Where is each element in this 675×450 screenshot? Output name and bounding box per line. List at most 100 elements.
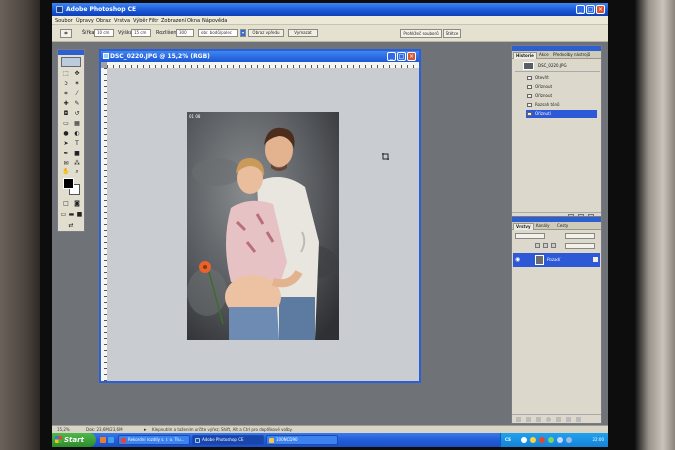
language-indicator[interactable]: CS: [505, 437, 511, 442]
layer-style-icon[interactable]: [526, 417, 531, 422]
close-button[interactable]: ×: [596, 5, 605, 14]
quick-mask-icon[interactable]: ◙: [72, 200, 82, 208]
clone-stamp-tool-icon[interactable]: ◘: [61, 110, 71, 118]
tray-app-icon[interactable]: [548, 437, 554, 443]
folder-icon[interactable]: [556, 417, 561, 422]
zoom-tool-icon[interactable]: ⌕: [72, 168, 82, 176]
clear-button[interactable]: Vymazat: [288, 29, 318, 37]
lock-pixels-icon[interactable]: [543, 243, 548, 248]
fill-field[interactable]: [565, 243, 595, 249]
history-item[interactable]: Rozsah tónů: [526, 101, 597, 109]
layer-mask-icon[interactable]: [536, 417, 541, 422]
shape-tool-icon[interactable]: ■: [72, 150, 82, 158]
menu-zobrazeni[interactable]: Zobrazení: [161, 18, 186, 24]
tab-actions[interactable]: Akce: [537, 52, 551, 59]
document-canvas[interactable]: 01 08: [107, 68, 419, 381]
slice-tool-icon[interactable]: ⁄: [72, 90, 82, 98]
height-field[interactable]: 15 cm: [131, 29, 151, 37]
tray-app-icon[interactable]: [521, 437, 527, 443]
magic-wand-tool-icon[interactable]: ✶: [72, 80, 82, 88]
blur-tool-icon[interactable]: ●: [61, 130, 71, 138]
menu-obraz[interactable]: Obraz: [96, 18, 111, 24]
type-tool-icon[interactable]: T: [72, 140, 82, 148]
task-button-photoshop[interactable]: Adobe Photoshop CE: [192, 435, 264, 445]
width-field[interactable]: 10 cm: [94, 29, 114, 37]
path-selection-tool-icon[interactable]: ➤: [61, 140, 71, 148]
doc-maximize-button[interactable]: □: [397, 52, 406, 61]
tab-paths[interactable]: Cesty: [555, 223, 570, 230]
gradient-tool-icon[interactable]: ▦: [72, 120, 82, 128]
new-layer-icon[interactable]: [566, 417, 571, 422]
clock[interactable]: 22:00: [592, 437, 604, 442]
maximize-button[interactable]: □: [586, 5, 595, 14]
tray-app-icon[interactable]: [539, 437, 545, 443]
screen-mode-full-icon[interactable]: ■: [76, 211, 83, 219]
history-item[interactable]: Oříznout: [526, 83, 597, 91]
eye-icon[interactable]: ◉: [515, 256, 522, 263]
jump-to-imageready-icon[interactable]: ⇄: [61, 222, 81, 230]
dodge-tool-icon[interactable]: ◐: [72, 130, 82, 138]
notes-tool-icon[interactable]: ✉: [61, 160, 71, 168]
lock-transparency-icon[interactable]: [535, 243, 540, 248]
menu-upravy[interactable]: Úpravy: [76, 18, 94, 24]
resolution-field[interactable]: 300: [176, 29, 194, 37]
history-snapshot-row[interactable]: DSC_0220.JPG: [515, 60, 600, 72]
task-button-browser[interactable]: Rekordní rozdíly s. r. o. Tru...: [118, 435, 190, 445]
blend-mode-select[interactable]: [515, 233, 545, 239]
marquee-tool-icon[interactable]: ⬚: [61, 70, 71, 78]
tab-tool-presets[interactable]: Předvolby nástrojů: [551, 52, 592, 59]
tab-history[interactable]: Historie: [513, 52, 537, 59]
eyedropper-tool-icon[interactable]: ⁂: [72, 160, 82, 168]
menu-vyber[interactable]: Výběr: [133, 18, 148, 24]
chevron-down-icon[interactable]: ▾: [240, 29, 246, 37]
menu-soubor[interactable]: Soubor: [55, 18, 73, 24]
tray-app-icon[interactable]: [530, 437, 536, 443]
task-button-folder[interactable]: 100NCD90: [266, 435, 338, 445]
crop-tool-icon[interactable]: ⌗: [60, 29, 72, 38]
doc-minimize-button[interactable]: _: [387, 52, 396, 61]
tab-layers[interactable]: Vrstvy: [513, 223, 534, 230]
minimize-button[interactable]: _: [576, 5, 585, 14]
doc-close-button[interactable]: ×: [407, 52, 416, 61]
start-button[interactable]: Start: [52, 433, 96, 447]
move-tool-icon[interactable]: ✥: [72, 70, 82, 78]
ie-quicklaunch-icon[interactable]: [108, 437, 114, 443]
hand-tool-icon[interactable]: ✋: [61, 168, 71, 176]
adjustment-layer-icon[interactable]: [546, 417, 551, 422]
history-item-selected[interactable]: Oříznutí: [526, 110, 597, 118]
screen-mode-full-menu-icon[interactable]: ▬: [68, 211, 75, 219]
volume-icon[interactable]: [557, 437, 563, 443]
history-item[interactable]: Otevřít: [526, 74, 597, 82]
screen-mode-standard-icon[interactable]: ▭: [60, 211, 67, 219]
standard-mode-icon[interactable]: □: [61, 200, 71, 208]
trash-icon[interactable]: [576, 417, 581, 422]
document-size-info[interactable]: Dok: 23,6M/23,6M: [86, 427, 123, 432]
tools-palette-titlebar[interactable]: [58, 50, 84, 55]
crop-tool-icon[interactable]: ⌗: [61, 90, 71, 98]
healing-brush-tool-icon[interactable]: ✚: [61, 100, 71, 108]
history-item[interactable]: Oříznout: [526, 92, 597, 100]
lasso-tool-icon[interactable]: ↄ: [61, 80, 71, 88]
menu-okna[interactable]: Okna: [187, 18, 200, 24]
tab-channels[interactable]: Kanály: [534, 223, 551, 230]
lock-position-icon[interactable]: [551, 243, 556, 248]
opacity-field[interactable]: [565, 233, 595, 239]
tab-brushes[interactable]: Štětce: [443, 29, 461, 38]
feather-logo-icon[interactable]: [61, 57, 81, 67]
link-layers-icon[interactable]: [516, 417, 521, 422]
history-brush-tool-icon[interactable]: ↺: [72, 110, 82, 118]
foreground-color-swatch[interactable]: [63, 178, 74, 189]
front-image-button[interactable]: Obraz vpředu: [248, 29, 284, 37]
layer-row-background[interactable]: ◉ Pozadí: [513, 253, 600, 267]
menu-napoveda[interactable]: Nápověda: [202, 18, 227, 24]
zoom-level[interactable]: 15,2%: [57, 427, 70, 432]
tab-file-browser[interactable]: Prohlížeč souborů: [400, 29, 442, 38]
network-icon[interactable]: [566, 437, 572, 443]
couple-photo[interactable]: 01 08: [187, 112, 339, 340]
eraser-tool-icon[interactable]: ▭: [61, 120, 71, 128]
pen-tool-icon[interactable]: ✒: [61, 150, 71, 158]
firefox-quicklaunch-icon[interactable]: [100, 437, 106, 443]
document-titlebar[interactable]: DSC_0220.JPG @ 15,2% (RGB) _ □ ×: [101, 51, 419, 62]
resolution-unit-select[interactable]: obr. bodů/palec: [198, 29, 238, 37]
menu-vrstva[interactable]: Vrstva: [114, 18, 130, 24]
